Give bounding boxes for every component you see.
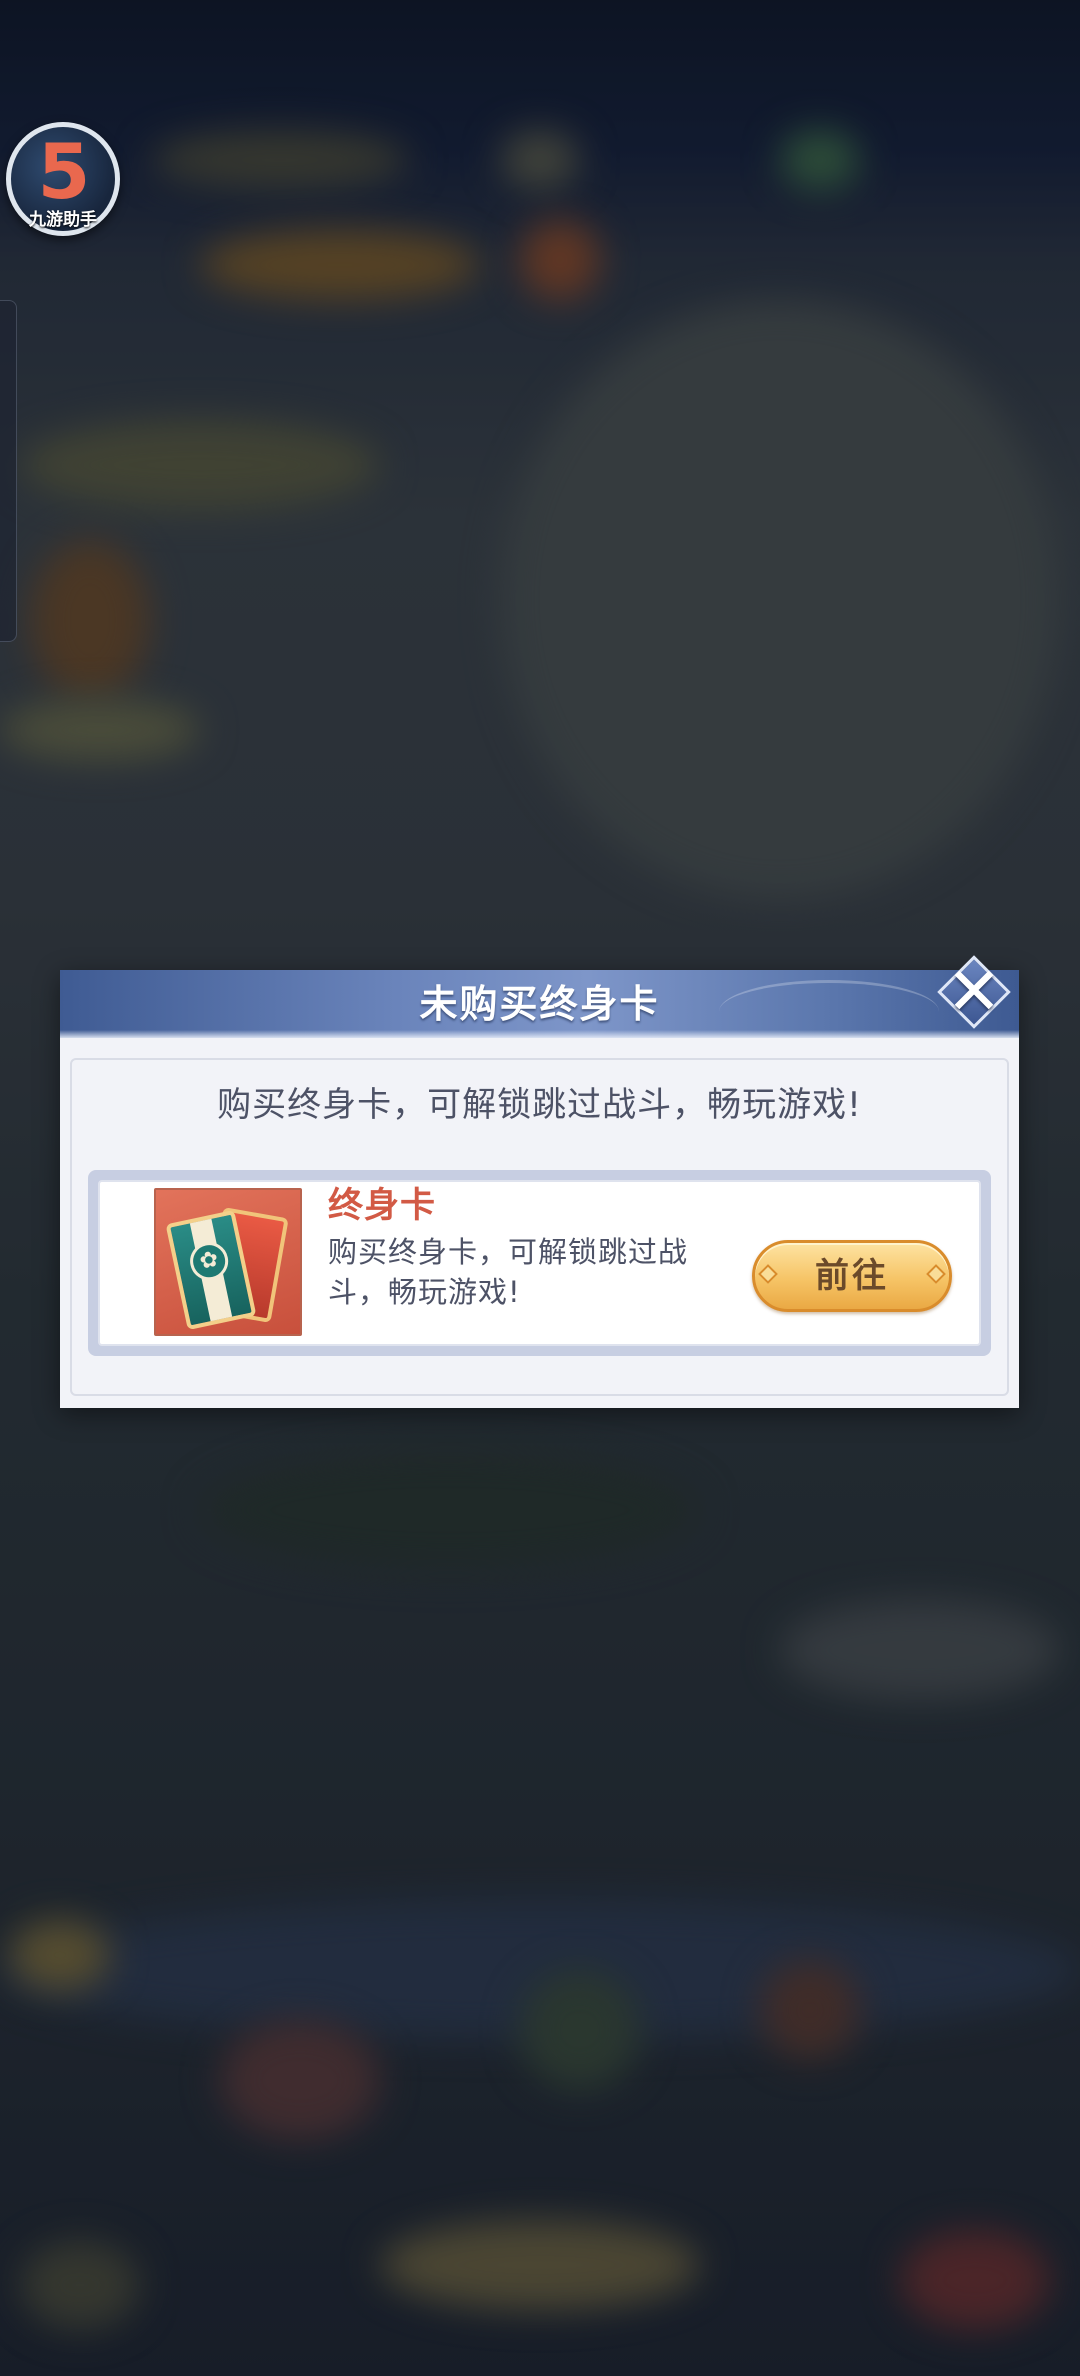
assistant-label: 九游助手 xyxy=(29,210,97,230)
purchase-required-dialog: 未购买终身卡 ✕ 购买终身卡，可解锁跳过战斗，畅玩游戏! 终身卡 购买终身卡，可… xyxy=(60,954,1019,1408)
dialog-header: 未购买终身卡 xyxy=(60,970,1019,1038)
close-button[interactable]: ✕ xyxy=(936,954,1012,1030)
lifetime-card-icon xyxy=(154,1188,302,1336)
assistant-logo-icon: 5 xyxy=(37,127,91,216)
dialog-title: 未购买终身卡 xyxy=(419,982,660,1026)
product-description: 购买终身卡，可解锁跳过战斗，畅玩游戏! xyxy=(328,1235,689,1309)
dialog-message: 购买终身卡，可解锁跳过战斗，畅玩游戏! xyxy=(217,1085,862,1125)
side-drawer-handle[interactable] xyxy=(0,300,17,642)
close-icon: ✕ xyxy=(946,953,1002,1030)
assistant-float-button[interactable]: 5 九游助手 xyxy=(6,122,120,236)
product-name: 终身卡 xyxy=(328,1186,437,1226)
go-button-label: 前往 xyxy=(815,1256,889,1296)
go-button[interactable]: 前往 xyxy=(752,1240,952,1312)
